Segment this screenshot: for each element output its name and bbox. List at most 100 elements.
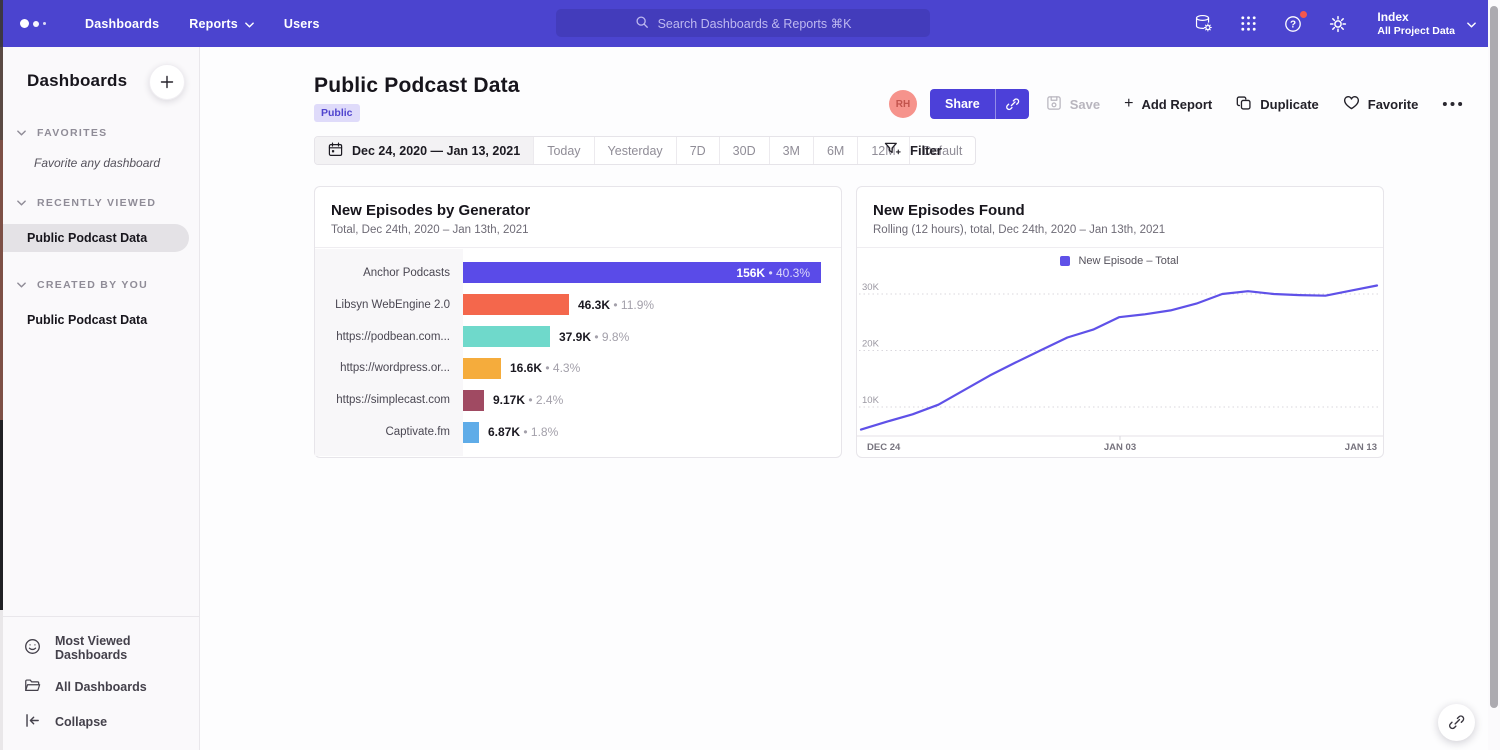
top-nav-item-label: Reports bbox=[189, 17, 238, 31]
settings-gear-icon[interactable] bbox=[1328, 14, 1348, 34]
data-source-icon[interactable] bbox=[1193, 13, 1214, 34]
bar-category-label: Anchor Podcasts bbox=[315, 267, 463, 279]
bar-category-label: Libsyn WebEngine 2.0 bbox=[315, 299, 463, 311]
search-input[interactable]: Search Dashboards & Reports ⌘K bbox=[556, 9, 930, 37]
bar-category-label: https://podbean.com... bbox=[315, 331, 463, 343]
notification-badge bbox=[1299, 10, 1308, 19]
top-nav-item-label: Users bbox=[284, 17, 320, 31]
public-badge: Public bbox=[314, 104, 360, 122]
scrollbar-thumb[interactable] bbox=[1490, 6, 1498, 708]
bar-row-https-wordpress-or: https://wordpress.or...16.6K • 4.3% bbox=[315, 352, 840, 384]
favorite-button[interactable]: Favorite bbox=[1343, 95, 1419, 113]
share-split-button: Share bbox=[930, 89, 1029, 119]
svg-text:JAN 03: JAN 03 bbox=[1104, 442, 1136, 453]
bar-track: 156K • 40.3% bbox=[463, 262, 840, 283]
bar-row-libsyn-webengine-2-0: Libsyn WebEngine 2.0 46.3K • 11.9% bbox=[315, 289, 840, 321]
bar-value-label: 156K • 40.3% bbox=[736, 266, 810, 280]
top-nav-item-label: Dashboards bbox=[85, 17, 159, 31]
date-preset-6m[interactable]: 6M bbox=[813, 137, 857, 164]
search-placeholder: Search Dashboards & Reports ⌘K bbox=[658, 16, 852, 31]
duplicate-icon bbox=[1236, 95, 1252, 114]
sidebar-footer-all-dashboards[interactable]: All Dashboards bbox=[3, 670, 199, 704]
sidebar-section-created-by-you[interactable]: CREATED BY YOU bbox=[3, 279, 199, 291]
date-range-button[interactable]: Dec 24, 2020 — Jan 13, 2021 bbox=[315, 137, 533, 164]
smiley-icon bbox=[24, 638, 41, 658]
date-filter-row: Dec 24, 2020 — Jan 13, 2021 TodayYesterd… bbox=[314, 136, 976, 165]
bar[interactable] bbox=[463, 326, 550, 347]
date-preset-today[interactable]: Today bbox=[533, 137, 593, 164]
filter-button[interactable]: Filter bbox=[884, 142, 942, 159]
svg-text:30K: 30K bbox=[862, 282, 880, 293]
line-chart-title: New Episodes Found bbox=[873, 202, 1367, 219]
date-preset-7d[interactable]: 7D bbox=[676, 137, 719, 164]
bar[interactable] bbox=[463, 294, 569, 315]
dashboard-actions: RH Share Save + Add Report Duplicate Fav… bbox=[889, 89, 1463, 119]
bar-track: 6.87K • 1.8% bbox=[463, 422, 840, 443]
chart-legend: New Episode – Total bbox=[857, 255, 1382, 267]
bar-row-https-simplecast-com: https://simplecast.com9.17K • 2.4% bbox=[315, 384, 840, 416]
bar[interactable] bbox=[463, 422, 479, 443]
sidebar-section-recently-viewed[interactable]: RECENTLY VIEWED bbox=[3, 197, 199, 209]
chevron-down-icon bbox=[17, 197, 26, 209]
bar-value-label: 46.3K • 11.9% bbox=[578, 298, 654, 312]
heart-icon bbox=[1343, 95, 1360, 113]
chevron-down-icon bbox=[17, 127, 26, 139]
help-icon[interactable]: ? bbox=[1283, 14, 1303, 34]
add-dashboard-button[interactable] bbox=[149, 64, 185, 100]
svg-text:JAN 13: JAN 13 bbox=[1345, 442, 1377, 453]
sidebar-footer: Most Viewed Dashboards All Dashboards Coll… bbox=[3, 616, 199, 750]
sidebar-footer-collapse[interactable]: Collapse bbox=[3, 704, 199, 740]
bar-chart-subtitle: Total, Dec 24th, 2020 – Jan 13th, 2021 bbox=[331, 224, 825, 236]
share-link-icon[interactable] bbox=[996, 89, 1029, 119]
scrollbar-track[interactable] bbox=[1488, 0, 1500, 750]
bar-chart-body: Anchor Podcasts 156K • 40.3% Libsyn WebEng… bbox=[315, 249, 840, 456]
search-icon bbox=[635, 15, 649, 32]
funnel-icon bbox=[884, 142, 901, 159]
apps-grid-icon[interactable] bbox=[1239, 14, 1258, 33]
sidebar-section-favorites[interactable]: FAVORITES bbox=[3, 127, 199, 139]
bar[interactable] bbox=[463, 358, 501, 379]
share-button[interactable]: Share bbox=[930, 89, 996, 119]
line-chart-card: New Episodes Found Rolling (12 hours), t… bbox=[856, 186, 1384, 458]
line-chart-body: New Episode – Total 10K 20K 30K DEC 24 JAN 0… bbox=[857, 249, 1382, 456]
top-nav-item-users[interactable]: Users bbox=[269, 0, 335, 47]
bar-track: 16.6K • 4.3% bbox=[463, 358, 840, 379]
collapse-left-icon bbox=[24, 712, 41, 732]
bar-row-captivate-fm: Captivate.fm6.87K • 1.8% bbox=[315, 416, 840, 448]
more-options-button[interactable] bbox=[1442, 101, 1463, 107]
section-label: FAVORITES bbox=[37, 127, 107, 139]
footer-item-label: Collapse bbox=[55, 715, 107, 729]
top-nav-menu: Dashboards Reports Users bbox=[70, 0, 335, 47]
svg-text:?: ? bbox=[1290, 19, 1296, 30]
footer-item-label: All Dashboards bbox=[55, 680, 147, 694]
date-preset-yesterday[interactable]: Yesterday bbox=[594, 137, 676, 164]
chevron-down-icon bbox=[245, 17, 254, 31]
svg-text:DEC 24: DEC 24 bbox=[867, 442, 901, 453]
workspace-switcher[interactable]: Index All Project Data bbox=[1377, 10, 1476, 38]
app-logo-dots-icon[interactable] bbox=[20, 0, 46, 47]
add-report-button[interactable]: + Add Report bbox=[1124, 97, 1212, 112]
top-nav-item-dashboards[interactable]: Dashboards bbox=[70, 0, 174, 47]
bar-chart-card: New Episodes by Generator Total, Dec 24t… bbox=[314, 186, 842, 458]
footer-item-label: Most Viewed Dashboards bbox=[55, 634, 199, 662]
calendar-icon bbox=[328, 142, 343, 160]
sidebar: Dashboards FAVORITESFavorite any dashboa… bbox=[3, 47, 200, 750]
sidebar-item-public-podcast-data[interactable]: Public Podcast Data bbox=[3, 224, 189, 252]
legend-label: New Episode – Total bbox=[1078, 255, 1178, 267]
avatar[interactable]: RH bbox=[889, 90, 917, 118]
date-preset-30d[interactable]: 30D bbox=[719, 137, 769, 164]
svg-text:20K: 20K bbox=[862, 339, 880, 350]
duplicate-button[interactable]: Duplicate bbox=[1236, 95, 1319, 114]
line-chart-subtitle: Rolling (12 hours), total, Dec 24th, 202… bbox=[873, 224, 1367, 236]
sidebar-footer-most-viewed-dashboards[interactable]: Most Viewed Dashboards bbox=[3, 626, 199, 670]
chevron-down-icon bbox=[17, 279, 26, 291]
save-button[interactable]: Save bbox=[1046, 95, 1100, 114]
workspace-name: Index bbox=[1377, 10, 1455, 25]
date-preset-3m[interactable]: 3M bbox=[769, 137, 813, 164]
sidebar-item-public-podcast-data[interactable]: Public Podcast Data bbox=[3, 306, 189, 334]
top-nav-item-reports[interactable]: Reports bbox=[174, 0, 269, 47]
bar[interactable] bbox=[463, 390, 484, 411]
svg-text:10K: 10K bbox=[862, 395, 880, 406]
copy-link-fab[interactable] bbox=[1438, 704, 1475, 741]
bar-track: 46.3K • 11.9% bbox=[463, 294, 840, 315]
